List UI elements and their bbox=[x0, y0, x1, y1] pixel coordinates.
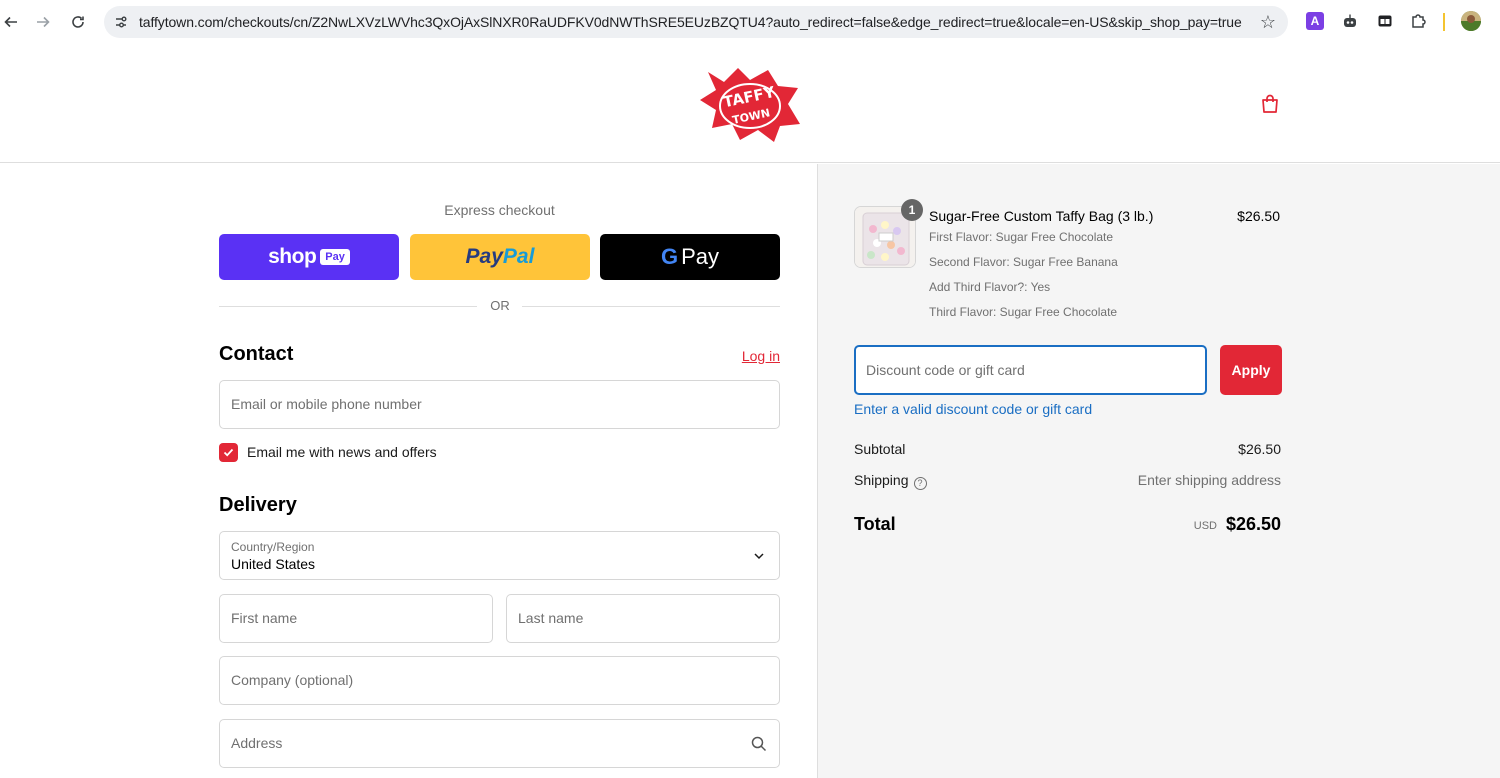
checkmark-icon bbox=[223, 448, 234, 457]
log-in-link[interactable]: Log in bbox=[720, 348, 780, 364]
express-checkout-label: Express checkout bbox=[444, 202, 555, 218]
country-select[interactable]: Country/Region United States bbox=[219, 531, 780, 580]
profile-avatar[interactable] bbox=[1461, 11, 1481, 31]
variant-third-flavor: Third Flavor: Sugar Free Chocolate bbox=[929, 305, 1118, 319]
shipping-value: Enter shipping address bbox=[1137, 472, 1281, 488]
shop-pay-button[interactable]: shop Pay bbox=[219, 234, 399, 280]
google-pay-button[interactable]: G Pay bbox=[600, 234, 780, 280]
discount-error-message: Enter a valid discount code or gift card bbox=[854, 401, 1093, 417]
reload-icon[interactable] bbox=[67, 11, 89, 33]
help-question-icon[interactable]: ? bbox=[913, 477, 927, 490]
total-value: $26.50 bbox=[1225, 514, 1281, 534]
apply-discount-button[interactable]: Apply bbox=[1220, 345, 1282, 395]
search-icon bbox=[751, 736, 767, 752]
taffy-town-logo[interactable]: TAFFY TOWN bbox=[698, 64, 802, 144]
product-name: Sugar-Free Custom Taffy Bag (3 lb.) bbox=[929, 208, 1154, 224]
forward-arrow-icon[interactable] bbox=[32, 11, 54, 33]
contact-heading: Contact bbox=[219, 343, 294, 365]
product-price: $26.50 bbox=[1237, 208, 1280, 224]
shop-pay-text: shop bbox=[268, 245, 317, 268]
address-field[interactable]: Address bbox=[219, 719, 780, 768]
discount-code-input[interactable]: Discount code or gift card bbox=[854, 345, 1207, 395]
order-summary: 1 Sugar-Free Custom Taffy Bag (3 lb.) $2… bbox=[817, 164, 1500, 778]
or-divider-left bbox=[219, 306, 477, 307]
chevron-down-icon bbox=[754, 553, 764, 560]
shopping-bag-icon[interactable] bbox=[1259, 93, 1281, 115]
last-name-placeholder: Last name bbox=[518, 610, 584, 626]
extension-robot-icon[interactable] bbox=[1341, 12, 1359, 30]
toolbar-divider bbox=[1443, 13, 1445, 31]
google-pay-text: Pay bbox=[681, 244, 720, 269]
company-placeholder: Company (optional) bbox=[231, 672, 354, 688]
shipping-row-label: Shipping? bbox=[854, 472, 927, 490]
shop-pay-badge: Pay bbox=[320, 249, 350, 265]
address-placeholder: Address bbox=[231, 735, 283, 751]
email-field[interactable]: Email or mobile phone number bbox=[219, 380, 780, 429]
subtotal-value: $26.50 bbox=[1238, 441, 1281, 457]
first-name-field[interactable]: First name bbox=[219, 594, 493, 643]
country-value: United States bbox=[231, 556, 316, 572]
back-arrow-icon[interactable] bbox=[0, 11, 22, 33]
quantity-badge: 1 bbox=[901, 199, 923, 221]
checkout-form: Express checkout shop Pay Pay Pal G Pay O… bbox=[0, 164, 817, 778]
total-label: Total bbox=[854, 514, 896, 534]
google-g-icon: G bbox=[660, 244, 679, 269]
site-settings-icon[interactable] bbox=[113, 14, 129, 30]
extension-tab-icon[interactable] bbox=[1376, 12, 1394, 30]
paypal-text-pal: Pal bbox=[502, 245, 535, 268]
variant-add-third-flavor: Add Third Flavor?: Yes bbox=[929, 280, 1051, 294]
bookmark-star-icon[interactable]: ☆ bbox=[1260, 12, 1276, 33]
currency-code: USD bbox=[1193, 520, 1217, 532]
last-name-field[interactable]: Last name bbox=[506, 594, 780, 643]
shipping-label: Shipping bbox=[854, 472, 909, 488]
browser-toolbar: taffytown.com/checkouts/cn/Z2NwLXVzLWVhc… bbox=[0, 0, 1500, 44]
email-placeholder: Email or mobile phone number bbox=[231, 396, 422, 412]
paypal-button[interactable]: Pay Pal bbox=[410, 234, 590, 280]
company-field[interactable]: Company (optional) bbox=[219, 656, 780, 705]
extensions-puzzle-icon[interactable] bbox=[1410, 12, 1428, 30]
address-bar[interactable]: taffytown.com/checkouts/cn/Z2NwLXVzLWVhc… bbox=[104, 6, 1288, 38]
newsletter-checkbox[interactable] bbox=[219, 443, 238, 462]
url-text: taffytown.com/checkouts/cn/Z2NwLXVzLWVhc… bbox=[139, 14, 1242, 30]
paypal-text-pay: Pay bbox=[465, 245, 503, 268]
or-divider-text: OR bbox=[490, 298, 510, 313]
first-name-placeholder: First name bbox=[231, 610, 298, 626]
delivery-heading: Delivery bbox=[219, 494, 297, 516]
or-divider-right bbox=[522, 306, 780, 307]
variant-second-flavor: Second Flavor: Sugar Free Banana bbox=[929, 255, 1118, 269]
discount-placeholder: Discount code or gift card bbox=[866, 362, 1025, 378]
site-header: TAFFY TOWN bbox=[0, 44, 1500, 163]
newsletter-label: Email me with news and offers bbox=[247, 444, 437, 460]
variant-first-flavor: First Flavor: Sugar Free Chocolate bbox=[929, 230, 1114, 244]
subtotal-label: Subtotal bbox=[854, 441, 906, 457]
country-label: Country/Region bbox=[231, 540, 315, 554]
extension-a-icon[interactable]: A bbox=[1306, 12, 1324, 30]
